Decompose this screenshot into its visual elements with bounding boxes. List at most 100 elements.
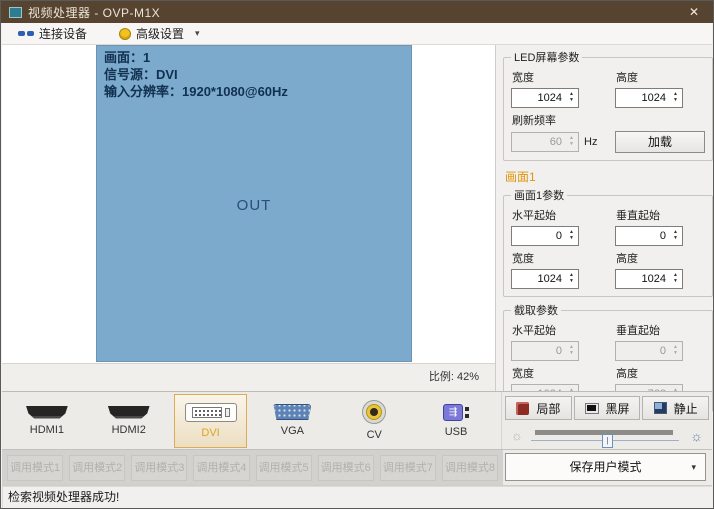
chevron-down-icon[interactable]: ▾	[195, 28, 200, 39]
led-width-label: 宽度	[512, 69, 601, 85]
screen1-width-field[interactable]: 1024 ▲▼	[511, 269, 579, 289]
refresh-rate-label: 刷新频率	[512, 112, 705, 128]
advanced-settings-label: 高级设置	[136, 25, 184, 42]
black-screen-button[interactable]: 黑屏	[574, 396, 641, 420]
bottom-panel: HDMI1 HDMI2 DVI VGA CV ⇶	[2, 391, 712, 449]
led-height-field[interactable]: 1024 ▲▼	[615, 88, 683, 108]
spin-down-icon[interactable]: ▼	[673, 236, 678, 242]
hdmi-icon	[108, 406, 150, 419]
spin-down-icon[interactable]: ▼	[673, 98, 678, 104]
spin-down-icon[interactable]: ▼	[569, 236, 574, 242]
v-start-label: 垂直起始	[616, 322, 705, 338]
preview-out-label: OUT	[97, 197, 411, 214]
brightness-low-icon: ☼	[511, 428, 523, 443]
toolbar: 连接设备 高级设置 ▾	[2, 23, 712, 45]
rca-icon	[362, 400, 386, 424]
parameter-panel: LED屏幕参数 宽度 1024 ▲▼ 高度 1024 ▲▼	[496, 45, 712, 391]
black-screen-icon	[585, 403, 599, 414]
main-area: 画面：1 信号源：DVI 输入分辨率：1920*1080@60Hz OUT 比例…	[2, 45, 712, 391]
app-icon	[9, 7, 22, 18]
led-screen-params-group: LED屏幕参数 宽度 1024 ▲▼ 高度 1024 ▲▼	[503, 49, 713, 161]
freeze-button[interactable]: 静止	[642, 396, 709, 420]
spin-down-icon[interactable]: ▼	[569, 98, 574, 104]
screen1-group-title: 画面1参数	[511, 187, 567, 203]
screen1-preview-panel[interactable]: 画面：1 信号源：DVI 输入分辨率：1920*1080@60Hz OUT	[96, 45, 412, 362]
preview-source-line: 信号源：DVI	[104, 66, 404, 83]
led-width-field[interactable]: 1024 ▲▼	[511, 88, 579, 108]
plug-icon	[18, 31, 34, 36]
screen1-params-group: 画面1参数 水平起始 0 ▲▼ 垂直起始 0 ▲▼	[503, 187, 713, 297]
recall-mode-7-button[interactable]: 调用模式7	[380, 455, 436, 481]
led-height-label: 高度	[616, 69, 705, 85]
app-window: 视频处理器 - OVP-M1X ✕ 连接设备 高级设置 ▾ 画面：1 信号源：D…	[0, 0, 714, 509]
hdmi-icon	[26, 406, 68, 419]
title-bar: 视频处理器 - OVP-M1X ✕	[1, 1, 713, 23]
vga-icon	[273, 404, 311, 420]
freeze-icon	[654, 402, 667, 414]
height-label: 高度	[616, 365, 705, 381]
source-dvi[interactable]: DVI	[174, 394, 247, 448]
width-label: 宽度	[512, 365, 601, 381]
load-button[interactable]: 加载	[615, 131, 705, 153]
capture-group-title: 截取参数	[511, 302, 561, 318]
recall-modes-bar: 调用模式1 调用模式2 调用模式3 调用模式4 调用模式5 调用模式6 调用模式…	[2, 449, 503, 485]
h-start-label: 水平起始	[512, 322, 601, 338]
recall-mode-1-button[interactable]: 调用模式1	[7, 455, 63, 481]
spin-down-icon[interactable]: ▼	[673, 279, 678, 285]
save-user-mode-dropdown[interactable]: 保存用户模式 ▾	[505, 453, 706, 481]
window-title: 视频处理器 - OVP-M1X	[28, 4, 160, 21]
recall-mode-2-button[interactable]: 调用模式2	[69, 455, 125, 481]
refresh-rate-field: 60 ▲▼	[511, 132, 579, 152]
advanced-settings-button[interactable]: 高级设置 ▾	[111, 24, 208, 44]
slider-handle[interactable]: |	[602, 434, 613, 448]
height-label: 高度	[616, 250, 705, 266]
output-canvas: 画面：1 信号源：DVI 输入分辨率：1920*1080@60Hz OUT 比例…	[2, 45, 496, 391]
refresh-unit-label: Hz	[584, 136, 597, 148]
recall-mode-6-button[interactable]: 调用模式6	[318, 455, 374, 481]
capture-v-start-field: 0 ▲▼	[615, 341, 683, 361]
source-cv[interactable]: CV	[338, 394, 411, 448]
brightness-slider[interactable]: ☼ | ☼	[505, 423, 709, 451]
mode-row: 调用模式1 调用模式2 调用模式3 调用模式4 调用模式5 调用模式6 调用模式…	[2, 449, 712, 485]
dvi-icon	[185, 403, 237, 422]
chevron-down-icon[interactable]: ▾	[691, 454, 696, 480]
screen1-v-start-field[interactable]: 0 ▲▼	[615, 226, 683, 246]
input-source-bar: HDMI1 HDMI2 DVI VGA CV ⇶	[2, 392, 501, 449]
source-vga[interactable]: VGA	[256, 394, 329, 448]
width-label: 宽度	[512, 250, 601, 266]
partial-icon	[516, 402, 529, 415]
save-mode-area: 保存用户模式 ▾	[503, 449, 712, 485]
preview-screen-line: 画面：1	[104, 49, 404, 66]
scale-strip: 比例: 42%	[2, 363, 495, 391]
v-start-label: 垂直起始	[616, 207, 705, 223]
close-icon[interactable]: ✕	[685, 4, 703, 20]
tab-screen1[interactable]: 画面1	[505, 168, 705, 185]
source-hdmi1[interactable]: HDMI1	[10, 394, 83, 448]
spin-down-icon: ▼	[673, 351, 678, 357]
spin-down-icon: ▼	[569, 351, 574, 357]
source-hdmi2[interactable]: HDMI2	[92, 394, 165, 448]
status-bar: 检索视频处理器成功!	[2, 485, 712, 509]
source-usb[interactable]: ⇶ USB	[420, 394, 493, 448]
recall-mode-4-button[interactable]: 调用模式4	[193, 455, 249, 481]
spin-down-icon[interactable]: ▼	[569, 279, 574, 285]
led-group-title: LED屏幕参数	[511, 49, 582, 65]
usb-icon: ⇶	[443, 404, 469, 421]
screen1-h-start-field[interactable]: 0 ▲▼	[511, 226, 579, 246]
connect-device-button[interactable]: 连接设备	[10, 24, 95, 44]
preview-resolution-line: 输入分辨率：1920*1080@60Hz	[104, 83, 404, 100]
recall-mode-3-button[interactable]: 调用模式3	[131, 455, 187, 481]
brightness-high-icon: ☼	[690, 428, 703, 444]
output-controls: 局部 黑屏 静止 ☼ | ☼	[501, 392, 712, 449]
gear-icon	[119, 28, 131, 40]
connect-device-label: 连接设备	[39, 25, 87, 42]
recall-mode-5-button[interactable]: 调用模式5	[256, 455, 312, 481]
partial-button[interactable]: 局部	[505, 396, 572, 420]
capture-h-start-field: 0 ▲▼	[511, 341, 579, 361]
status-message: 检索视频处理器成功!	[8, 490, 119, 504]
screen1-height-field[interactable]: 1024 ▲▼	[615, 269, 683, 289]
scale-label: 比例: 42%	[429, 371, 479, 383]
recall-mode-8-button[interactable]: 调用模式8	[442, 455, 498, 481]
spin-down-icon: ▼	[569, 142, 574, 148]
h-start-label: 水平起始	[512, 207, 601, 223]
